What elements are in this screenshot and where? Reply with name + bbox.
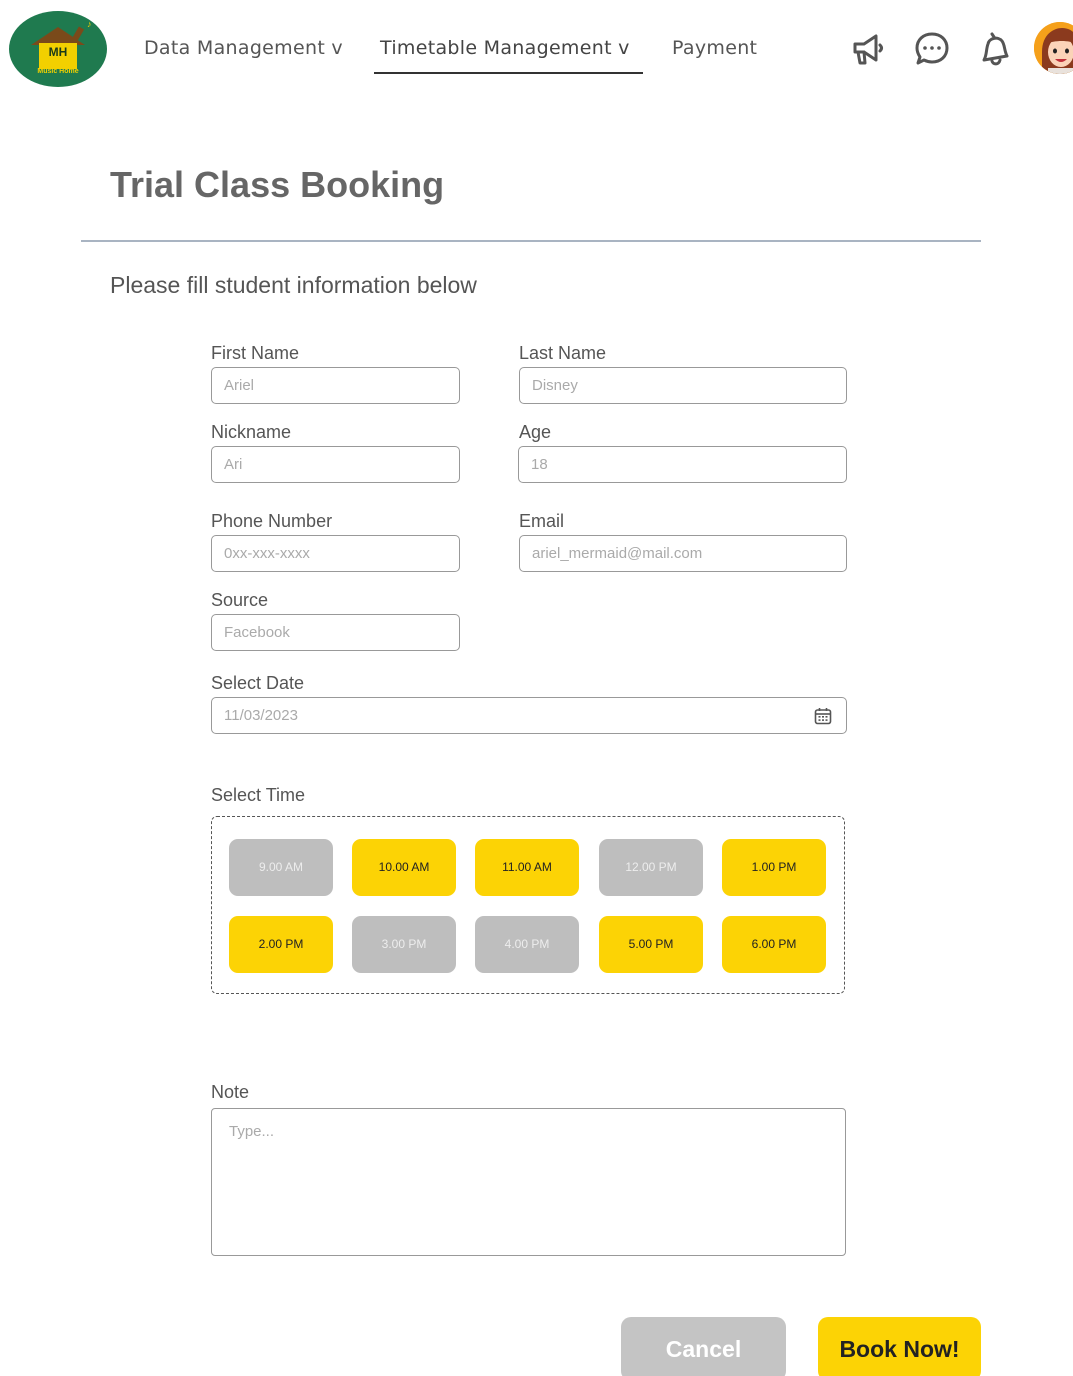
nickname-label: Nickname [211, 422, 292, 442]
nav-timetable-management[interactable]: Timetable Management v [380, 37, 630, 59]
svg-text:♪: ♪ [87, 19, 92, 29]
source-input[interactable] [211, 614, 460, 651]
time-slot-9am[interactable]: 9.00 AM [229, 839, 333, 896]
page-title: Trial Class Booking [110, 164, 445, 205]
megaphone-icon[interactable] [850, 30, 886, 68]
email-label: Email [519, 511, 565, 531]
age-input[interactable] [518, 446, 847, 483]
phone-number-input[interactable] [211, 535, 460, 572]
select-date-label: Select Date [211, 673, 305, 693]
time-slot-11am[interactable]: 11.00 AM [475, 839, 579, 896]
bell-icon[interactable] [978, 30, 1014, 68]
phone-number-label: Phone Number [211, 511, 333, 531]
time-slot-1pm[interactable]: 1.00 PM [722, 839, 826, 896]
time-slot-2pm[interactable]: 2.00 PM [229, 916, 333, 973]
divider [81, 240, 981, 242]
age-label: Age [519, 422, 552, 442]
time-slot-10am[interactable]: 10.00 AM [352, 839, 456, 896]
source-label: Source [211, 590, 269, 610]
time-slot-4pm[interactable]: 4.00 PM [475, 916, 579, 973]
chat-icon[interactable] [914, 30, 950, 68]
nav-payment[interactable]: Payment [672, 37, 757, 59]
nav-data-management[interactable]: Data Management v [144, 37, 343, 59]
note-label: Note [211, 1082, 250, 1102]
last-name-input[interactable] [519, 367, 847, 404]
calendar-icon[interactable] [813, 706, 833, 726]
nav-active-indicator [374, 72, 643, 74]
avatar[interactable] [1034, 22, 1073, 74]
time-slot-12pm[interactable]: 12.00 PM [599, 839, 703, 896]
last-name-label: Last Name [519, 343, 607, 363]
cancel-button[interactable]: Cancel [621, 1317, 786, 1376]
select-time-label: Select Time [211, 785, 306, 805]
date-input[interactable] [211, 697, 847, 734]
book-now-button[interactable]: Book Now! [818, 1317, 981, 1376]
time-slot-3pm[interactable]: 3.00 PM [352, 916, 456, 973]
logo[interactable]: ♪ MH Music Home [9, 11, 107, 87]
first-name-label: First Name [211, 343, 300, 363]
first-name-input[interactable] [211, 367, 460, 404]
time-slot-6pm[interactable]: 6.00 PM [722, 916, 826, 973]
logo-subtitle: Music Home [37, 68, 79, 75]
note-textarea[interactable] [211, 1108, 846, 1256]
form-instruction: Please fill student information below [110, 272, 477, 298]
logo-text: MH [48, 45, 68, 59]
email-input[interactable] [519, 535, 847, 572]
time-slot-5pm[interactable]: 5.00 PM [599, 916, 703, 973]
nickname-input[interactable] [211, 446, 460, 483]
